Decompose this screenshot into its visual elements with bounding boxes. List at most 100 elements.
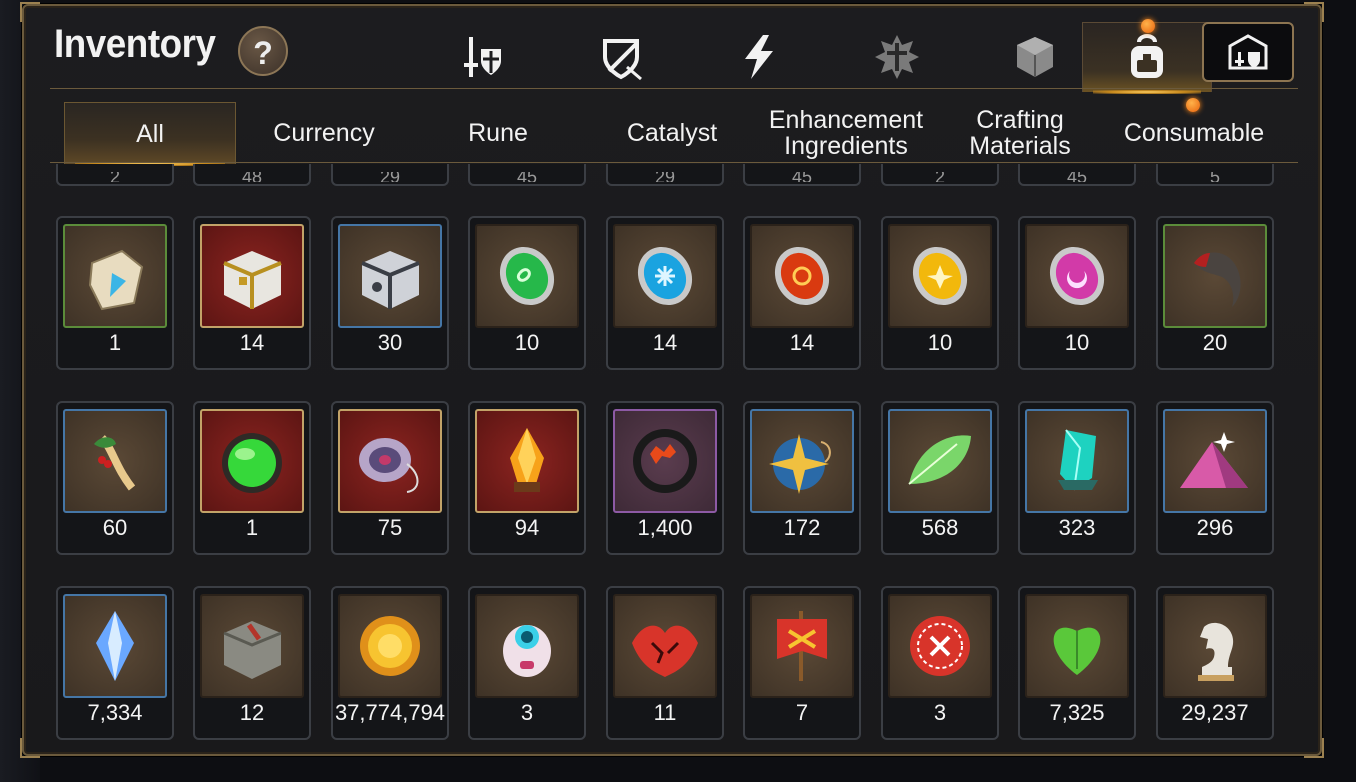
inventory-slot[interactable]: 14 <box>743 216 861 370</box>
inventory-slot[interactable]: 296 <box>1156 401 1274 555</box>
page-title: Inventory <box>54 22 216 66</box>
item-frame <box>1025 224 1129 328</box>
item-frame <box>750 594 854 698</box>
inventory-slot[interactable]: 10 <box>1018 216 1136 370</box>
inventory-slot-partial[interactable]: 29 <box>331 164 449 186</box>
inventory-slot[interactable]: 1 <box>193 401 311 555</box>
subtab-enhancement-ingredients[interactable]: Enhancement Ingredients <box>764 102 928 164</box>
inventory-slot-partial[interactable]: 5 <box>1156 164 1274 186</box>
cube-icon <box>1017 37 1053 77</box>
subtab-label: Enhancement Ingredients <box>768 106 924 160</box>
subtab-label: Crafting Materials <box>969 106 1071 160</box>
tab-bag[interactable] <box>1082 19 1212 94</box>
inventory-slot[interactable]: 14 <box>606 216 724 370</box>
item-frame <box>750 409 854 513</box>
item-quantity: 29 <box>654 172 676 182</box>
item-frame <box>613 594 717 698</box>
item-frame <box>888 409 992 513</box>
item-quantity: 45 <box>1066 172 1088 182</box>
item-quantity: 94 <box>514 515 540 540</box>
inventory-slot[interactable]: 1,400 <box>606 401 724 555</box>
splat-cross-icon <box>875 35 919 79</box>
chess-knight-icon <box>1198 622 1234 681</box>
item-quantity: 29 <box>379 172 401 182</box>
tab-cube[interactable] <box>970 22 1100 92</box>
inventory-slot-partial[interactable]: 29 <box>606 164 724 186</box>
backpack-icon <box>1131 33 1163 78</box>
tab-armor[interactable] <box>556 22 686 92</box>
stone-block-icon <box>223 621 282 679</box>
corner-ornament <box>20 738 40 758</box>
lightning-icon <box>745 35 773 79</box>
ginseng-icon <box>94 435 136 491</box>
inventory-slot[interactable]: 11 <box>606 586 724 740</box>
inventory-slot[interactable]: 20 <box>1156 216 1274 370</box>
inventory-slot-partial[interactable]: 45 <box>1018 164 1136 186</box>
inventory-slot[interactable]: 75 <box>331 401 449 555</box>
inventory-slot-partial[interactable]: 45 <box>743 164 861 186</box>
guild-storage-button[interactable] <box>1202 22 1294 82</box>
inventory-slot[interactable]: 3 <box>468 586 586 740</box>
inventory-slot[interactable]: 60 <box>56 401 174 555</box>
item-quantity: 296 <box>1196 515 1234 540</box>
tab-skill[interactable] <box>694 22 824 92</box>
gold-coin-icon <box>360 616 420 676</box>
item-frame <box>1163 409 1267 513</box>
item-quantity: 7 <box>795 700 809 725</box>
inventory-slot[interactable]: 37,774,794 <box>331 586 449 740</box>
tab-gear[interactable] <box>418 22 548 92</box>
inventory-slot[interactable]: 7,334 <box>56 586 174 740</box>
purple-rune-icon <box>1049 246 1105 306</box>
inventory-slot[interactable]: 3 <box>881 586 999 740</box>
yellow-rune-icon <box>912 246 968 306</box>
subtab-crafting-materials[interactable]: Crafting Materials <box>938 102 1102 164</box>
inventory-slot[interactable]: 323 <box>1018 401 1136 555</box>
inventory-slot[interactable]: 10 <box>468 216 586 370</box>
subtab-currency[interactable]: Currency <box>242 102 406 164</box>
inventory-slot[interactable]: 1 <box>56 216 174 370</box>
inventory-slot[interactable]: 30 <box>331 216 449 370</box>
inventory-slot[interactable]: 14 <box>193 216 311 370</box>
red-seal-icon <box>910 616 970 676</box>
item-frame <box>1025 594 1129 698</box>
inventory-slot[interactable]: 568 <box>881 401 999 555</box>
subtab-all[interactable]: All <box>64 102 236 166</box>
item-quantity: 568 <box>921 515 959 540</box>
inventory-slot[interactable]: 7 <box>743 586 861 740</box>
inventory-slot[interactable]: 172 <box>743 401 861 555</box>
item-frame <box>475 409 579 513</box>
item-frame <box>63 224 167 328</box>
item-quantity: 14 <box>652 330 678 355</box>
item-frame <box>63 594 167 698</box>
item-quantity: 7,325 <box>1049 700 1105 725</box>
item-quantity: 1 <box>245 515 259 540</box>
inventory-slot[interactable]: 7,325 <box>1018 586 1136 740</box>
item-quantity: 75 <box>377 515 403 540</box>
filter-tabs: All Currency Rune Catalyst Enhancement I… <box>64 98 1294 166</box>
inventory-slot[interactable]: 10 <box>881 216 999 370</box>
leaf-icon <box>908 435 971 485</box>
item-quantity: 172 <box>783 515 821 540</box>
tab-artifact[interactable] <box>832 22 962 92</box>
notification-dot <box>1186 98 1200 112</box>
item-grid[interactable]: 2 48 29 45 29 45 2 45 5 1 14 30 10 14 14 10 10 20 60 1 75 94 1… <box>48 164 1298 748</box>
subtab-catalyst[interactable]: Catalyst <box>590 102 754 164</box>
inventory-slot[interactable]: 29,237 <box>1156 586 1274 740</box>
item-frame <box>1025 409 1129 513</box>
inventory-slot[interactable]: 94 <box>468 401 586 555</box>
inventory-slot-partial[interactable]: 48 <box>193 164 311 186</box>
item-quantity: 30 <box>377 330 403 355</box>
item-frame <box>888 594 992 698</box>
inventory-slot-partial[interactable]: 2 <box>881 164 999 186</box>
item-quantity: 3 <box>520 700 534 725</box>
item-quantity: 48 <box>241 172 263 182</box>
subtab-rune[interactable]: Rune <box>416 102 580 164</box>
item-frame <box>200 594 304 698</box>
help-button[interactable]: ? <box>238 26 288 76</box>
item-frame <box>63 409 167 513</box>
inventory-slot-partial[interactable]: 2 <box>56 164 174 186</box>
item-quantity: 14 <box>789 330 815 355</box>
corner-ornament <box>20 2 40 22</box>
inventory-slot-partial[interactable]: 45 <box>468 164 586 186</box>
inventory-slot[interactable]: 12 <box>193 586 311 740</box>
